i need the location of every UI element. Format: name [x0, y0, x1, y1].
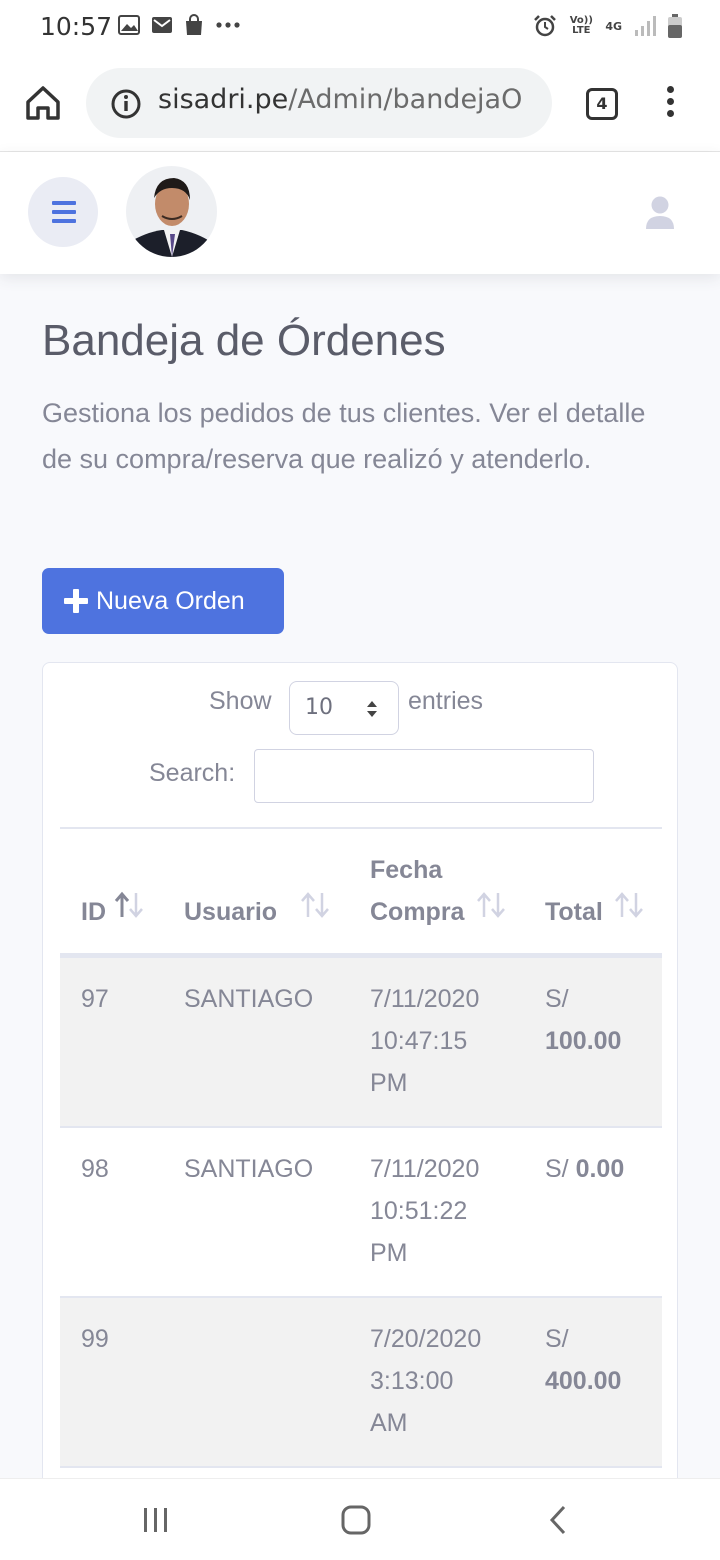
column-header-usuario[interactable]: Usuario	[184, 891, 277, 933]
more-notifications-icon	[216, 22, 240, 28]
back-icon[interactable]	[548, 1505, 568, 1535]
column-header-id[interactable]: ID	[81, 891, 106, 933]
cell-total: S/400.00	[545, 1325, 622, 1395]
recent-apps-icon[interactable]	[142, 1507, 170, 1533]
avatar	[126, 166, 217, 257]
sort-icon[interactable]	[299, 889, 331, 921]
entries-select-value: 10	[305, 695, 333, 720]
network-4g-icon: 4G	[605, 19, 622, 33]
table-row[interactable]: 97 SANTIAGO 7/11/2020 10:47:15 PM S/100.00	[60, 958, 662, 1128]
app-topbar	[0, 152, 720, 274]
tab-switcher-button[interactable]: 4	[586, 88, 618, 120]
cell-id: 97	[81, 985, 109, 1013]
battery-icon	[668, 14, 682, 38]
cell-fecha: 7/11/2020 10:51:22 PM	[370, 1155, 480, 1267]
cell-fecha: 7/11/2020 10:47:15 PM	[370, 985, 480, 1097]
url-host: sisadri.pe	[158, 84, 289, 115]
browser-toolbar: sisadri.pe/Admin/bandejaO 4	[0, 56, 720, 152]
new-order-button[interactable]: Nueva Orden	[42, 568, 284, 634]
cell-usuario: SANTIAGO	[184, 985, 314, 1013]
sort-icon[interactable]	[475, 889, 507, 921]
entries-label: entries	[408, 687, 484, 715]
cell-total: S/ 0.00	[545, 1155, 625, 1183]
url-path: /Admin/bandejaO	[288, 84, 523, 115]
search-input[interactable]	[254, 749, 594, 803]
page-title: Bandeja de Órdenes	[42, 316, 446, 365]
url-text[interactable]: sisadri.pe/Admin/bandejaO	[158, 84, 522, 115]
browser-menu-icon[interactable]	[660, 86, 680, 122]
column-header-fecha-line1[interactable]: Fecha	[370, 849, 442, 891]
address-bar[interactable]: sisadri.pe/Admin/bandejaO	[86, 68, 552, 138]
status-time: 10:57	[40, 12, 113, 41]
cell-usuario: SANTIAGO	[184, 1155, 314, 1183]
select-arrows-icon	[367, 701, 377, 717]
cell-fecha: 7/20/2020 3:13:00 AM	[370, 1325, 482, 1437]
notification-icons	[118, 14, 241, 36]
system-navigation-bar	[0, 1478, 720, 1560]
home-icon[interactable]	[22, 82, 64, 124]
shopping-bag-icon	[186, 14, 202, 35]
alarm-icon	[534, 15, 557, 37]
avatar-image	[126, 166, 217, 257]
page-description: Gestiona los pedidos de tus clientes. Ve…	[42, 398, 646, 474]
cell-id: 98	[81, 1155, 109, 1183]
new-order-label: Nueva Orden	[96, 586, 245, 615]
gallery-icon	[118, 15, 140, 35]
column-header-fecha-line2[interactable]: Compra	[370, 891, 464, 933]
table-row[interactable]: 98 SANTIAGO 7/11/2020 10:51:22 PM S/ 0.00	[60, 1128, 662, 1298]
status-bar: 10:57 Vo)) LTE 4G	[0, 0, 720, 56]
cell-id: 99	[81, 1325, 109, 1353]
home-nav-icon[interactable]	[341, 1505, 371, 1535]
divider	[60, 827, 662, 829]
plus-icon	[64, 589, 88, 613]
sidebar-toggle-button[interactable]	[28, 177, 98, 247]
sort-icon[interactable]	[613, 889, 645, 921]
sort-asc-icon[interactable]	[113, 889, 145, 921]
user-icon[interactable]	[644, 195, 676, 231]
table-row[interactable]: 99 7/20/2020 3:13:00 AM S/400.00	[60, 1298, 662, 1468]
orders-card: Show 10 entries Search: ID Usuario Fecha…	[42, 662, 678, 1522]
info-icon[interactable]	[110, 88, 142, 120]
show-label: Show	[209, 687, 272, 715]
search-label: Search:	[149, 759, 236, 787]
signal-icon	[635, 16, 656, 36]
mail-icon	[152, 17, 172, 33]
volte-icon: Vo)) LTE	[569, 15, 593, 36]
cell-total: S/100.00	[545, 985, 622, 1055]
system-icons: Vo)) LTE 4G	[533, 14, 682, 38]
entries-select[interactable]: 10	[289, 681, 399, 735]
column-header-total[interactable]: Total	[545, 891, 603, 933]
